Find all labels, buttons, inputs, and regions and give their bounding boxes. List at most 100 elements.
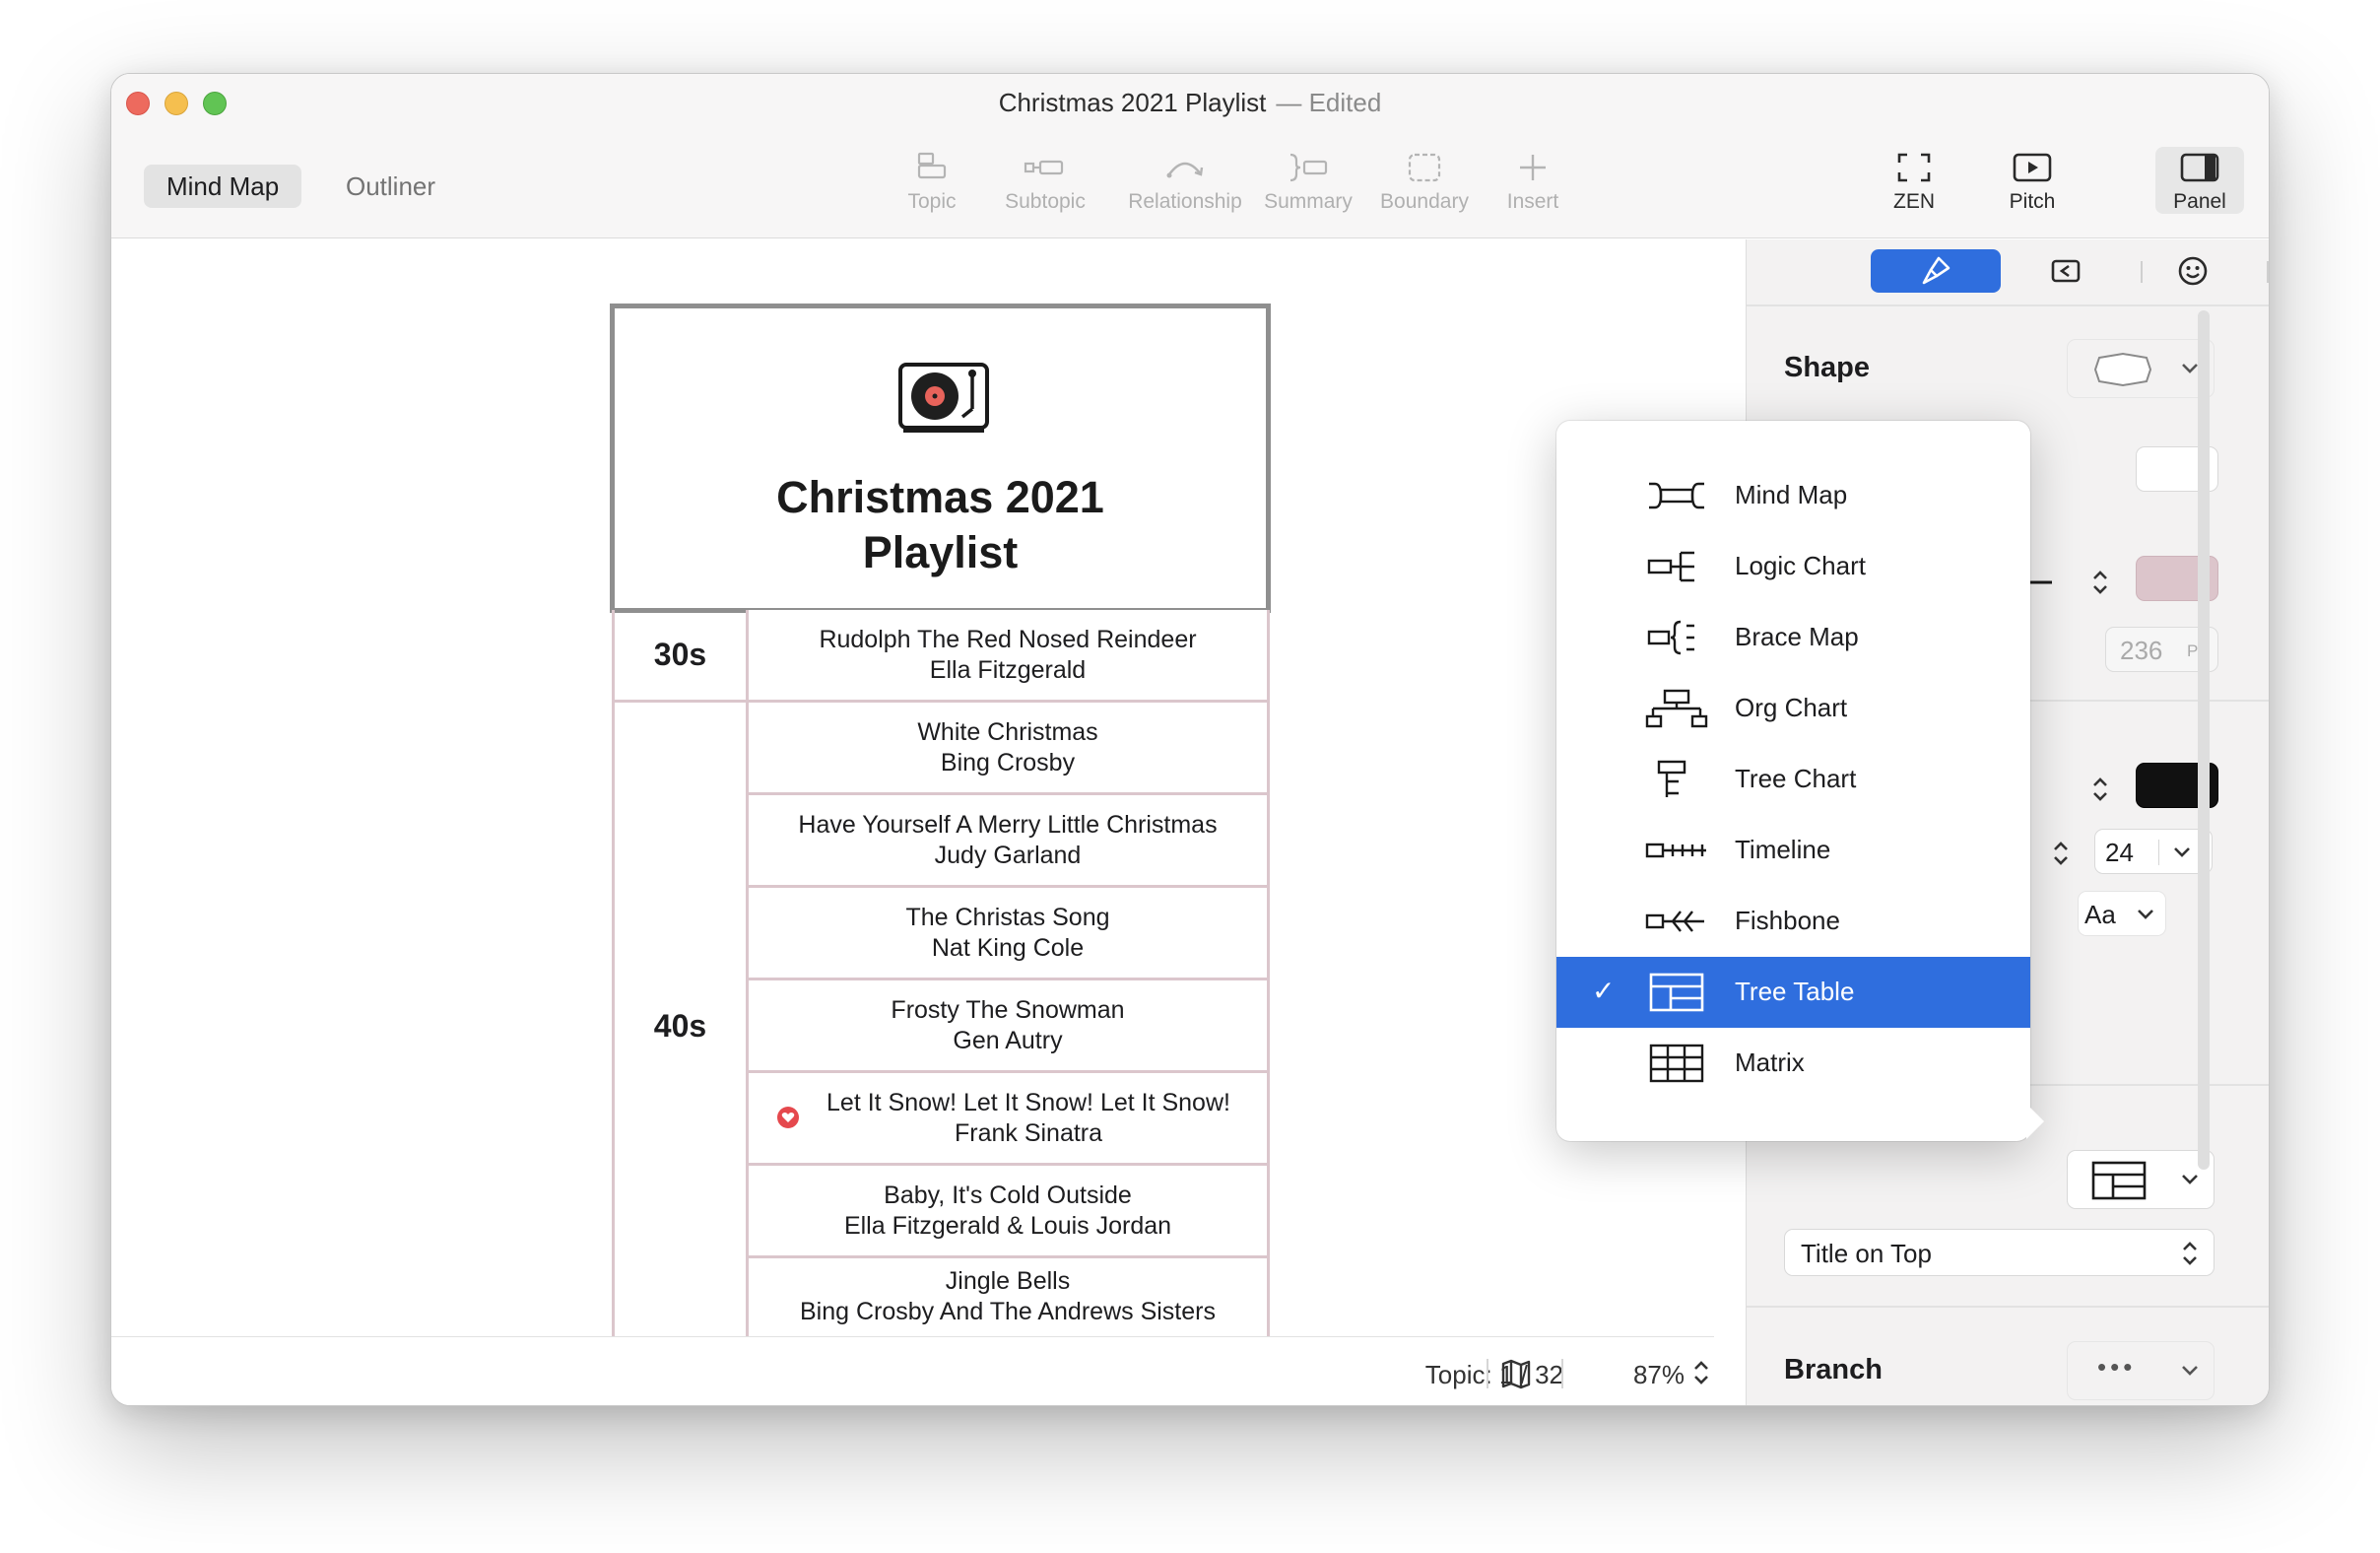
- song-title: Let It Snow! Let It Snow! Let It Snow!: [826, 1088, 1230, 1116]
- boundary-button[interactable]: Boundary: [1365, 151, 1484, 214]
- relationship-button[interactable]: Relationship: [1106, 151, 1264, 214]
- song-title: Jingle Bells: [945, 1267, 1071, 1295]
- song-row[interactable]: White Christmas Bing Crosby: [746, 703, 1270, 795]
- topic-button[interactable]: Topic: [888, 151, 976, 214]
- fullscreen-icon: [1897, 153, 1931, 182]
- view-outliner-tab[interactable]: Outliner: [323, 165, 458, 208]
- stepper-icon: [2183, 1242, 2197, 1265]
- select-divider: [2158, 840, 2159, 865]
- song-artist: Judy Garland: [934, 841, 1082, 869]
- status-divider: [1561, 1359, 1563, 1388]
- boundary-label: Boundary: [1380, 190, 1469, 213]
- logic-chart-icon: [1647, 551, 1694, 582]
- song-row[interactable]: Frosty The Snowman Gen Autry: [746, 980, 1270, 1073]
- tree-table-icon: [2091, 1161, 2147, 1200]
- subtopic-button[interactable]: Subtopic: [996, 151, 1094, 214]
- panel-tabs: [1747, 239, 2269, 304]
- font-size-select[interactable]: 24: [2094, 829, 2213, 874]
- song-artist: Nat King Cole: [931, 933, 1085, 962]
- menu-item-label: Timeline: [1735, 835, 1831, 864]
- structure-selector[interactable]: [2067, 1150, 2215, 1209]
- topic-label: Topic: [907, 190, 957, 213]
- song-artist: Bing Crosby And The Andrews Sisters: [800, 1298, 1216, 1325]
- menu-item-matrix[interactable]: Matrix: [1556, 1028, 2030, 1099]
- song-row[interactable]: Let It Snow! Let It Snow! Let It Snow! F…: [746, 1073, 1270, 1166]
- map-structure-icon: [2051, 259, 2081, 283]
- menu-item-label: Matrix: [1735, 1047, 1805, 1077]
- panel-button[interactable]: Panel: [2155, 151, 2244, 214]
- song-title: Have Yourself A Merry Little Christmas: [798, 810, 1218, 839]
- menu-item-org-chart[interactable]: Org Chart: [1556, 673, 2030, 744]
- fishbone-icon: [1645, 911, 1704, 932]
- group-label: 40s: [653, 1008, 707, 1044]
- edited-status: — Edited: [1276, 88, 1382, 117]
- song-row[interactable]: The Christas Song Nat King Cole: [746, 888, 1270, 980]
- insert-label: Insert: [1506, 190, 1559, 213]
- menu-item-brace-map[interactable]: Brace Map: [1556, 602, 2030, 673]
- status-divider: [1487, 1359, 1488, 1388]
- menu-item-tree-chart[interactable]: Tree Chart: [1556, 744, 2030, 815]
- central-topic[interactable]: Christmas 2021 Playlist: [610, 304, 1271, 613]
- chevron-down-icon: [2182, 1175, 2198, 1184]
- tree-table-icon: [1649, 973, 1704, 1012]
- menu-item-fishbone[interactable]: Fishbone: [1556, 886, 2030, 957]
- zen-label: ZEN: [1893, 190, 1935, 213]
- zoom-level[interactable]: 87%: [1633, 1360, 1685, 1390]
- mind-map-canvas[interactable]: Christmas 2021 Playlist 30s 40s Rudolph …: [111, 239, 1714, 1336]
- text-case-select[interactable]: Aa: [2078, 891, 2166, 936]
- timeline-icon: [1645, 843, 1706, 858]
- menu-item-mind-map[interactable]: Mind Map: [1556, 460, 2030, 531]
- group-40s[interactable]: 40s: [612, 703, 746, 1336]
- topic-icon: [917, 152, 947, 179]
- plus-icon: [1520, 155, 1546, 180]
- subtopic-icon: [1024, 160, 1064, 175]
- shape-selector[interactable]: [2067, 339, 2215, 398]
- song-title: Frosty The Snowman: [891, 995, 1125, 1024]
- song-row[interactable]: Have Yourself A Merry Little Christmas J…: [746, 795, 1270, 888]
- zen-button[interactable]: ZEN: [1875, 151, 1953, 214]
- group-30s[interactable]: 30s: [612, 610, 746, 703]
- brush-icon: [1922, 256, 1950, 285]
- group-label: 30s: [653, 637, 707, 672]
- tab-icons[interactable]: [2128, 249, 2258, 293]
- hexagon-shape-icon: [2093, 352, 2152, 387]
- branch-selector[interactable]: •••: [2067, 1341, 2215, 1400]
- stepper-icon[interactable]: [2050, 838, 2072, 869]
- summary-button[interactable]: Summary: [1244, 151, 1372, 214]
- tab-map[interactable]: [2001, 249, 2131, 293]
- relationship-label: Relationship: [1128, 190, 1242, 213]
- stepper-icon[interactable]: [2089, 774, 2111, 805]
- menu-item-timeline[interactable]: Timeline: [1556, 815, 2030, 886]
- song-row[interactable]: Jingle Bells Bing Crosby And The Andrews…: [746, 1258, 1270, 1336]
- menu-item-label: Brace Map: [1735, 622, 1859, 651]
- panel-scrollbar[interactable]: [2198, 310, 2210, 1170]
- song-row[interactable]: Rudolph The Red Nosed Reindeer Ella Fitz…: [746, 610, 1270, 703]
- heart-icon: [777, 1107, 799, 1128]
- tab-style[interactable]: [1871, 249, 2001, 293]
- map-icon[interactable]: [1499, 1357, 1533, 1390]
- song-row[interactable]: Baby, It's Cold Outside Ella Fitzgerald …: [746, 1166, 1270, 1258]
- pitch-button[interactable]: Pitch: [1993, 151, 2072, 214]
- song-artist: Gen Autry: [953, 1026, 1063, 1054]
- chevron-down-icon: [2182, 364, 2198, 373]
- song-artist: Bing Crosby: [940, 748, 1076, 776]
- boundary-icon: [1408, 153, 1441, 182]
- subtopic-label: Subtopic: [1005, 190, 1086, 213]
- song-title: White Christmas: [917, 717, 1098, 746]
- status-bar: Topic: 1 / 32 87%: [111, 1336, 1714, 1405]
- text-case-value: Aa: [2084, 900, 2116, 929]
- play-icon: [2013, 153, 2052, 182]
- song-artist: Ella Fitzgerald: [929, 655, 1087, 684]
- insert-button[interactable]: Insert: [1488, 151, 1577, 214]
- view-mind-map-tab[interactable]: Mind Map: [144, 165, 302, 208]
- chevron-down-icon: [2174, 847, 2190, 857]
- font-size-value: 24: [2105, 838, 2134, 867]
- song-title: Rudolph The Red Nosed Reindeer: [819, 625, 1197, 653]
- summary-label: Summary: [1264, 190, 1353, 213]
- structure-menu: Mind Map Logic Chart Brace Map Org Chart…: [1556, 421, 2030, 1141]
- structure-layout-select[interactable]: Title on Top: [1784, 1229, 2215, 1276]
- menu-item-tree-table[interactable]: ✓ Tree Table: [1556, 957, 2030, 1028]
- menu-item-logic-chart[interactable]: Logic Chart: [1556, 531, 2030, 602]
- zoom-stepper-icon[interactable]: [1688, 1355, 1714, 1390]
- stepper-icon[interactable]: [2089, 567, 2111, 598]
